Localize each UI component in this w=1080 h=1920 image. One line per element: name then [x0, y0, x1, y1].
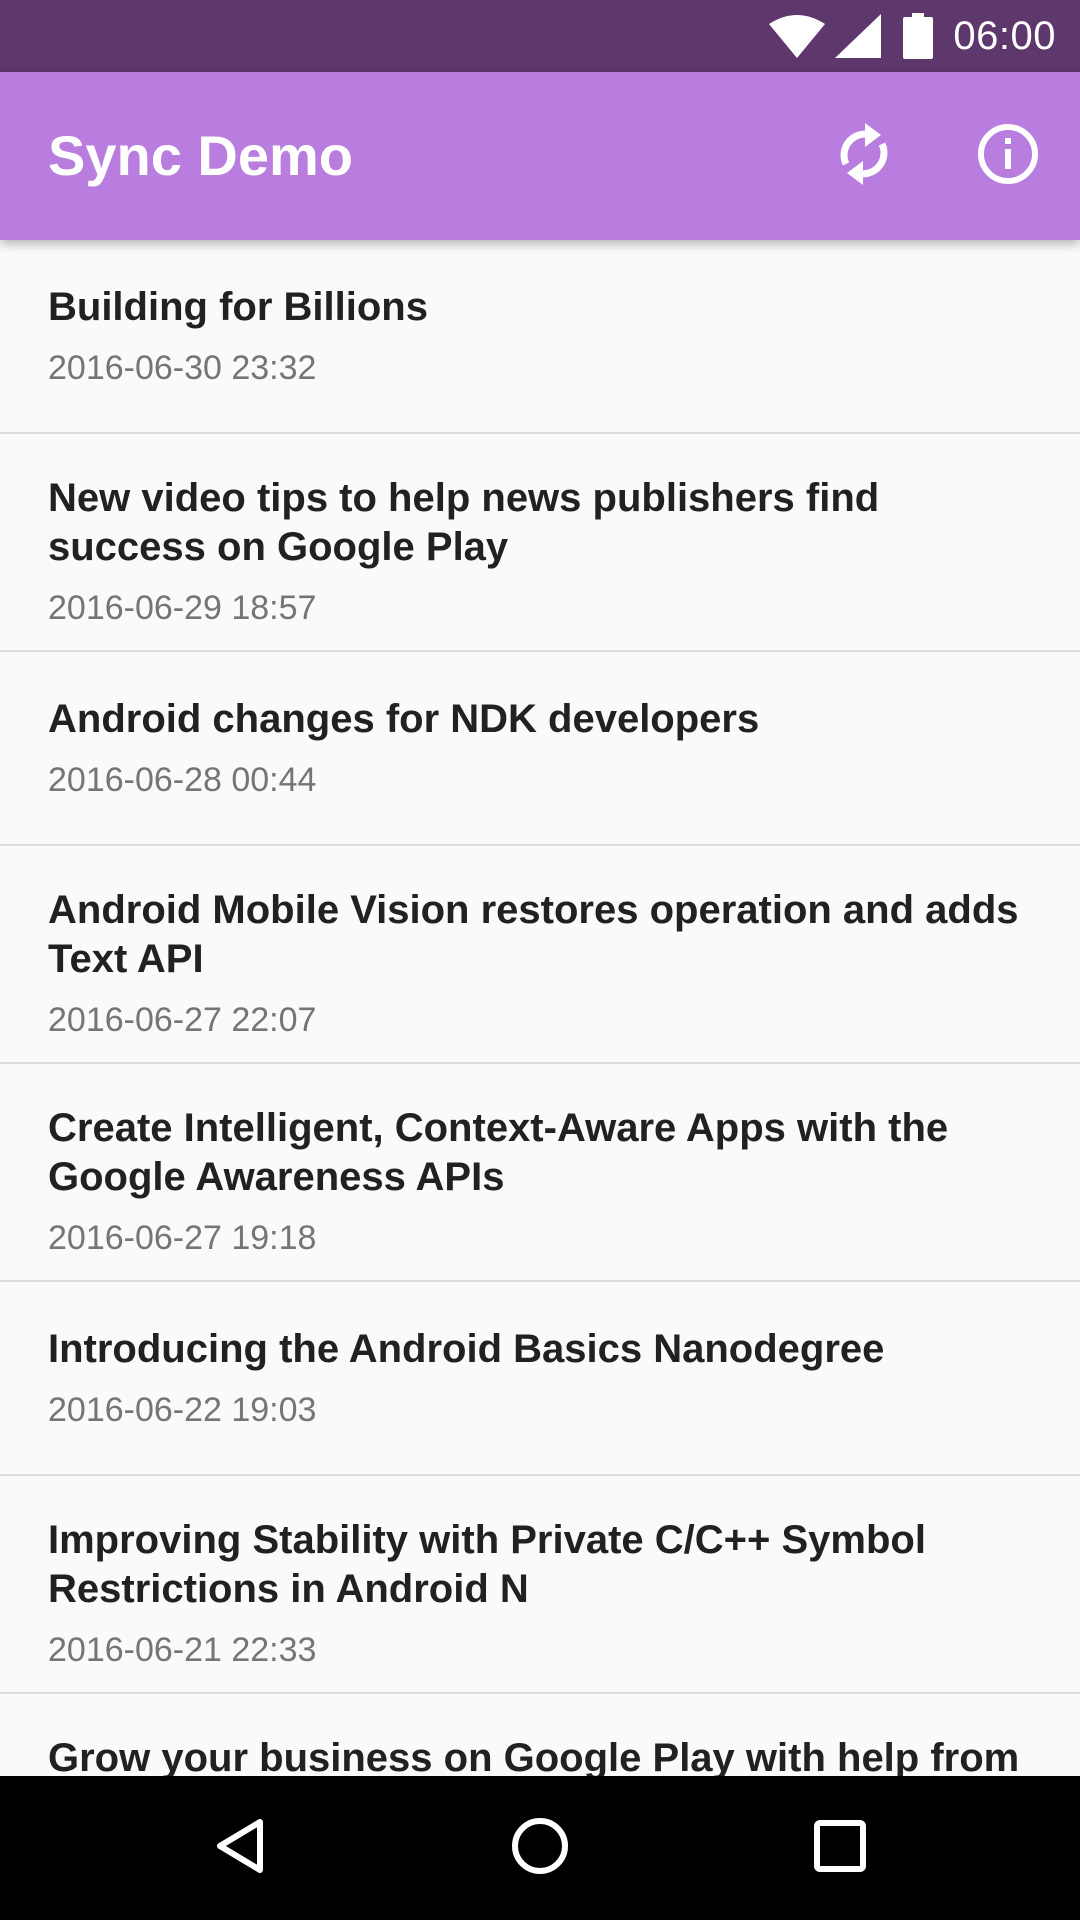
status-bar: 06:00	[0, 0, 1080, 72]
item-title: Introducing the Android Basics Nanodegre…	[48, 1327, 885, 1371]
info-button[interactable]	[960, 108, 1056, 204]
list-item[interactable]: Android Mobile Vision restores operation…	[0, 846, 1080, 1064]
list-item[interactable]: Create Intelligent, Context-Aware Apps w…	[0, 1064, 1080, 1282]
list-item[interactable]: Introducing the Android Basics Nanodegre…	[0, 1282, 1080, 1476]
article-list[interactable]: Building for Billions 2016-06-30 23:32 N…	[0, 240, 1080, 1776]
sync-icon	[835, 122, 893, 191]
status-time: 06:00	[953, 13, 1056, 58]
item-date: 2016-06-21 22:33	[48, 1631, 317, 1669]
navigation-bar	[0, 1776, 1080, 1920]
home-button[interactable]	[480, 1800, 600, 1896]
sync-button[interactable]	[816, 108, 912, 204]
recents-icon	[812, 1818, 868, 1879]
battery-icon	[903, 13, 934, 59]
app-title: Sync Demo	[48, 124, 353, 187]
cell-signal-icon	[835, 14, 882, 58]
list-item[interactable]: Improving Stability with Private C/C++ S…	[0, 1476, 1080, 1694]
item-date: 2016-06-27 22:07	[48, 1001, 317, 1039]
status-icons: 06:00	[769, 0, 1056, 72]
item-title: Improving Stability with Private C/C++ S…	[48, 1518, 926, 1611]
item-title: Create Intelligent, Context-Aware Apps w…	[48, 1106, 949, 1199]
wifi-icon	[769, 14, 826, 58]
item-date: 2016-06-28 00:44	[48, 761, 317, 799]
item-date: 2016-06-22 19:03	[48, 1391, 317, 1429]
item-title: Grow your business on Google Play with h…	[48, 1736, 1020, 1776]
item-title: Android changes for NDK developers	[48, 697, 760, 741]
list-item[interactable]: Android changes for NDK developers 2016-…	[0, 652, 1080, 846]
item-date: 2016-06-27 19:18	[48, 1219, 317, 1257]
home-icon	[510, 1816, 570, 1881]
item-title: Building for Billions	[48, 285, 428, 329]
list-item[interactable]: New video tips to help news publishers f…	[0, 434, 1080, 652]
item-title: Android Mobile Vision restores operation…	[48, 888, 1019, 981]
app-bar: Sync Demo	[0, 72, 1080, 240]
back-button[interactable]	[180, 1800, 300, 1896]
recents-button[interactable]	[780, 1800, 900, 1896]
list-item[interactable]: Building for Billions 2016-06-30 23:32	[0, 240, 1080, 434]
item-date: 2016-06-30 23:32	[48, 349, 317, 387]
item-title: New video tips to help news publishers f…	[48, 476, 880, 569]
list-item[interactable]: Grow your business on Google Play with h…	[0, 1694, 1080, 1776]
info-icon	[976, 122, 1040, 191]
back-icon	[212, 1816, 268, 1881]
item-date: 2016-06-29 18:57	[48, 589, 317, 627]
